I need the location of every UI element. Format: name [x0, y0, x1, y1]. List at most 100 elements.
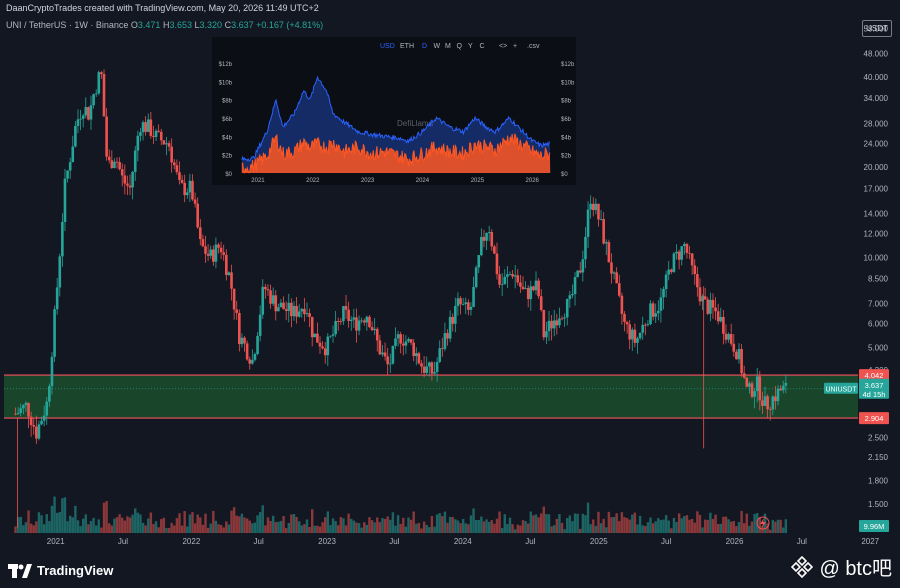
- candle-body: [524, 288, 527, 290]
- candle-body: [347, 309, 350, 321]
- time-tick-label: Jul: [118, 537, 128, 546]
- volume-bar: [690, 518, 694, 533]
- volume-bar: [110, 525, 114, 533]
- volume-bar: [472, 508, 475, 533]
- candle-body: [641, 324, 645, 333]
- volume-bar: [50, 505, 54, 533]
- volume-bar: [128, 517, 132, 533]
- volume-bar: [355, 522, 358, 533]
- volume-bar: [644, 526, 647, 533]
- inset-y-tick-right: $6b: [561, 117, 572, 123]
- candle-body: [92, 94, 95, 106]
- candle-body: [170, 146, 173, 163]
- inset-interval-tab: Q: [457, 43, 463, 50]
- candle-body: [331, 334, 335, 336]
- candle-body: [407, 339, 410, 342]
- volume-bar: [610, 517, 613, 533]
- volume-bar: [368, 517, 371, 533]
- volume-bar: [152, 523, 155, 533]
- volume-bar: [774, 521, 777, 533]
- volume-bar: [217, 524, 220, 533]
- candle-body: [141, 122, 145, 133]
- volume-bar: [386, 516, 389, 533]
- candle-body: [404, 341, 408, 346]
- candle-body: [37, 424, 41, 439]
- candle-body: [344, 306, 348, 310]
- volume-bar: [409, 519, 413, 533]
- volume-bar: [87, 524, 90, 533]
- candle-body: [638, 332, 642, 339]
- volume-bar: [248, 520, 251, 533]
- candle-body: [529, 286, 533, 300]
- volume-bar: [592, 519, 595, 533]
- volume-bar: [698, 514, 702, 533]
- inset-currency-tab: USD: [380, 43, 395, 50]
- volume-bar: [456, 520, 460, 533]
- candle-body: [750, 383, 754, 397]
- volume-bar: [586, 502, 590, 533]
- candle-body: [198, 227, 202, 240]
- volume-bar: [269, 520, 272, 533]
- last-price-tag-text: 3.637: [865, 381, 884, 390]
- price-tick-label: 48.000: [864, 49, 889, 58]
- candle-body: [482, 236, 486, 241]
- volume-bar: [339, 517, 343, 533]
- volume-bar: [493, 523, 496, 533]
- price-tick-label: 1.500: [868, 500, 889, 509]
- volume-bar: [186, 526, 189, 533]
- volume-bar: [540, 513, 543, 533]
- volume-bar: [206, 527, 210, 533]
- candle-body: [123, 175, 127, 184]
- volume-bar: [633, 512, 637, 533]
- candle-body: [568, 295, 572, 300]
- candle-body: [448, 316, 452, 339]
- high-value: 3.653: [169, 20, 192, 30]
- volume-bar: [61, 498, 64, 533]
- price-chart[interactable]: 58.00048.00040.00034.00028.00024.00020.0…: [0, 0, 900, 588]
- lower-zone-price-tag: 2.904: [859, 412, 889, 425]
- candle-body: [357, 320, 361, 331]
- volume-bar: [300, 525, 303, 533]
- tradingview-logo[interactable]: TradingView: [8, 563, 113, 578]
- volume-bar: [428, 527, 431, 533]
- volume-bar: [196, 514, 199, 533]
- volume-bar: [459, 523, 462, 533]
- candle-body: [274, 295, 278, 312]
- inset-control: .csv: [527, 43, 540, 50]
- candle-body: [560, 318, 564, 320]
- volume-bar: [784, 519, 788, 533]
- price-tick-label: 8.500: [868, 274, 889, 283]
- volume-bar: [753, 513, 756, 533]
- candle-body: [670, 269, 673, 272]
- volume-bar: [191, 512, 194, 533]
- volume-bar: [136, 512, 140, 533]
- volume-bar: [139, 514, 142, 533]
- volume-bar: [589, 524, 592, 533]
- candle-body: [238, 312, 241, 345]
- volume-bar: [261, 505, 264, 533]
- candle-body: [737, 348, 741, 360]
- candle-body: [521, 286, 525, 290]
- candle-body: [235, 309, 239, 313]
- candle-body: [159, 131, 163, 141]
- volume-bar: [662, 519, 665, 533]
- currency-button[interactable]: USDT: [862, 20, 892, 37]
- candle-body: [430, 362, 434, 374]
- candle-body: [102, 74, 106, 117]
- volume-bar: [131, 514, 134, 533]
- volume-bar: [102, 502, 106, 533]
- volume-bar: [370, 520, 374, 533]
- candle-body: [703, 296, 707, 300]
- symbol-price-label-text: UNIUSDT: [825, 386, 857, 393]
- time-tick-label: 2027: [861, 537, 879, 546]
- candle-body: [209, 249, 213, 256]
- volume-bar: [703, 519, 707, 533]
- candle-body: [40, 420, 43, 425]
- candle-body: [469, 306, 473, 310]
- candle-body: [675, 251, 678, 254]
- candle-body: [196, 203, 199, 228]
- symbol-name[interactable]: UNI / TetherUS · 1W · Binance: [6, 20, 128, 30]
- candle-body: [719, 316, 723, 322]
- candle-body: [50, 356, 54, 387]
- candle-body: [662, 289, 665, 298]
